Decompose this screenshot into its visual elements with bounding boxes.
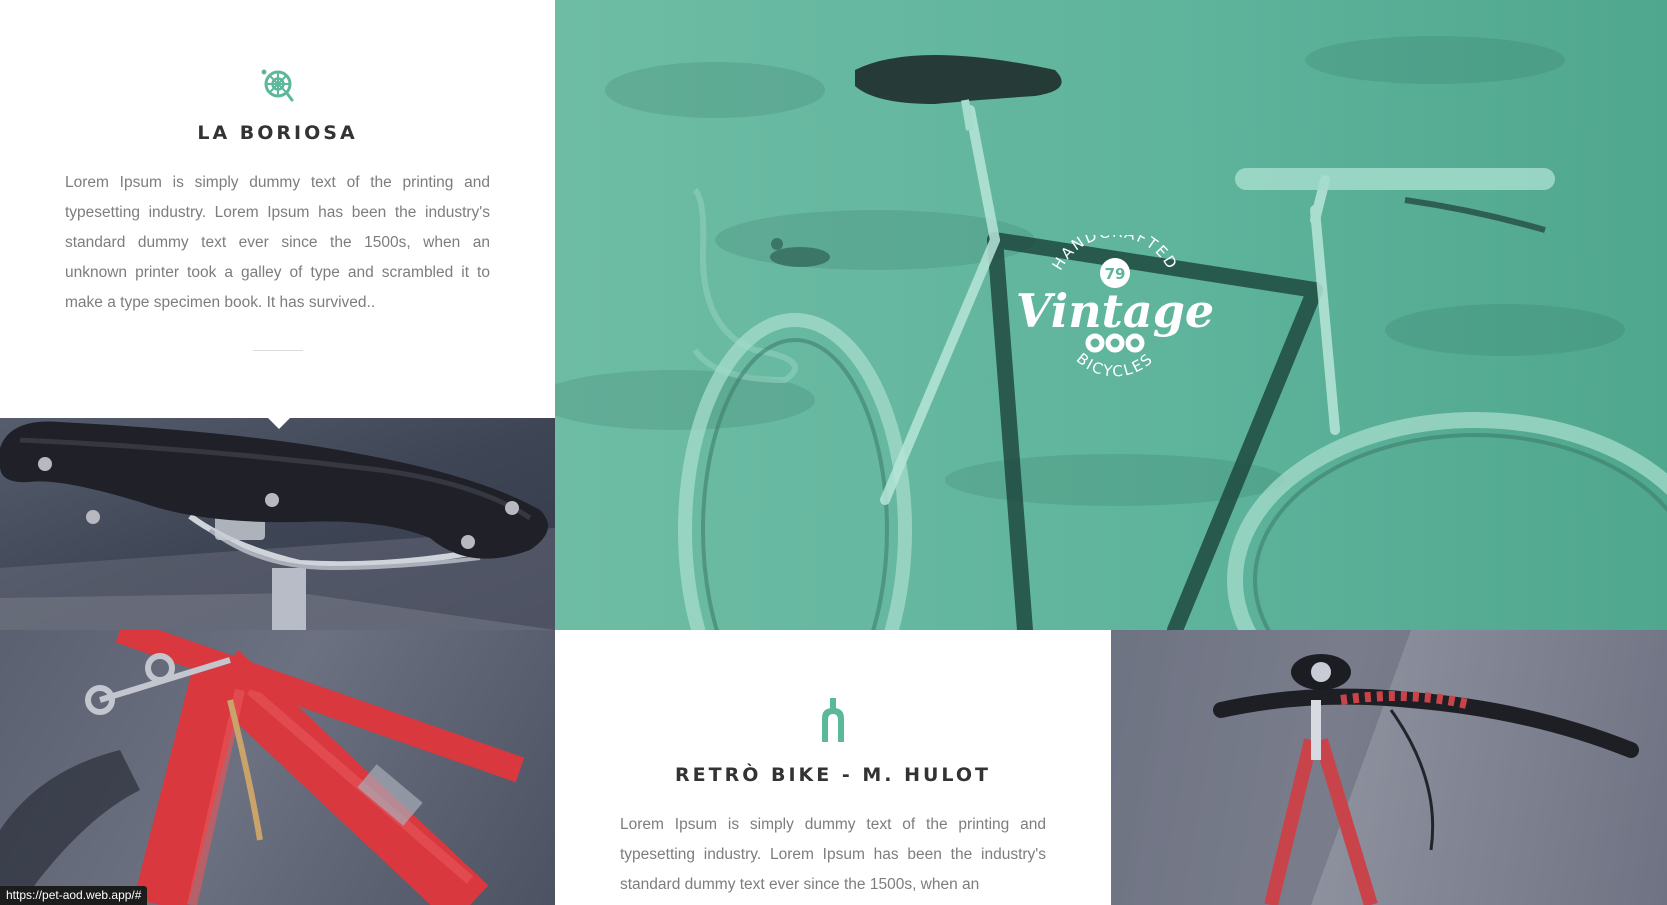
divider: [252, 350, 303, 351]
svg-text:BICYCLES: BICYCLES: [1073, 349, 1157, 380]
handlebar-photo[interactable]: [1111, 630, 1667, 905]
saddle-illustration: [0, 421, 555, 630]
badge-number: 79: [1105, 265, 1126, 283]
panel-pointer: [268, 418, 290, 429]
bike-fork-icon: [822, 698, 844, 742]
feature-description: Lorem Ipsum is simply dummy text of the …: [65, 174, 490, 311]
feature-description: Lorem Ipsum is simply dummy text of the …: [620, 816, 1046, 893]
red-frame-illustration: [0, 630, 525, 905]
sprocket-icon: [261, 69, 293, 102]
feature-panel-la-boriosa: LA BORIOSA Lorem Ipsum is simply dummy t…: [0, 0, 555, 418]
feature-title: LA BORIOSA: [197, 122, 358, 144]
red-frame-photo[interactable]: [0, 630, 555, 905]
vintage-bicycles-logo: HANDCRAFTED 79 Vintage BICYCLES: [1016, 235, 1214, 381]
portfolio-grid: LA BORIOSA Lorem Ipsum is simply dummy t…: [0, 0, 1667, 905]
feature-title: RETRÒ BIKE - M. HULOT: [675, 764, 991, 786]
saddle-photo[interactable]: [0, 418, 555, 630]
feature-panel-retro-bike: RETRÒ BIKE - M. HULOT Lorem Ipsum is sim…: [555, 630, 1111, 905]
status-bar-url: https://pet-aod.web.app/#: [0, 886, 148, 905]
badge-main-text: Vintage: [1016, 284, 1214, 338]
badge-bottom-text: BICYCLES: [1073, 349, 1155, 380]
handlebar-illustration: [1111, 630, 1639, 905]
hero-vintage-bike[interactable]: HANDCRAFTED 79 Vintage BICYCLES: [555, 0, 1667, 630]
chain-link-icon: [1085, 333, 1145, 353]
